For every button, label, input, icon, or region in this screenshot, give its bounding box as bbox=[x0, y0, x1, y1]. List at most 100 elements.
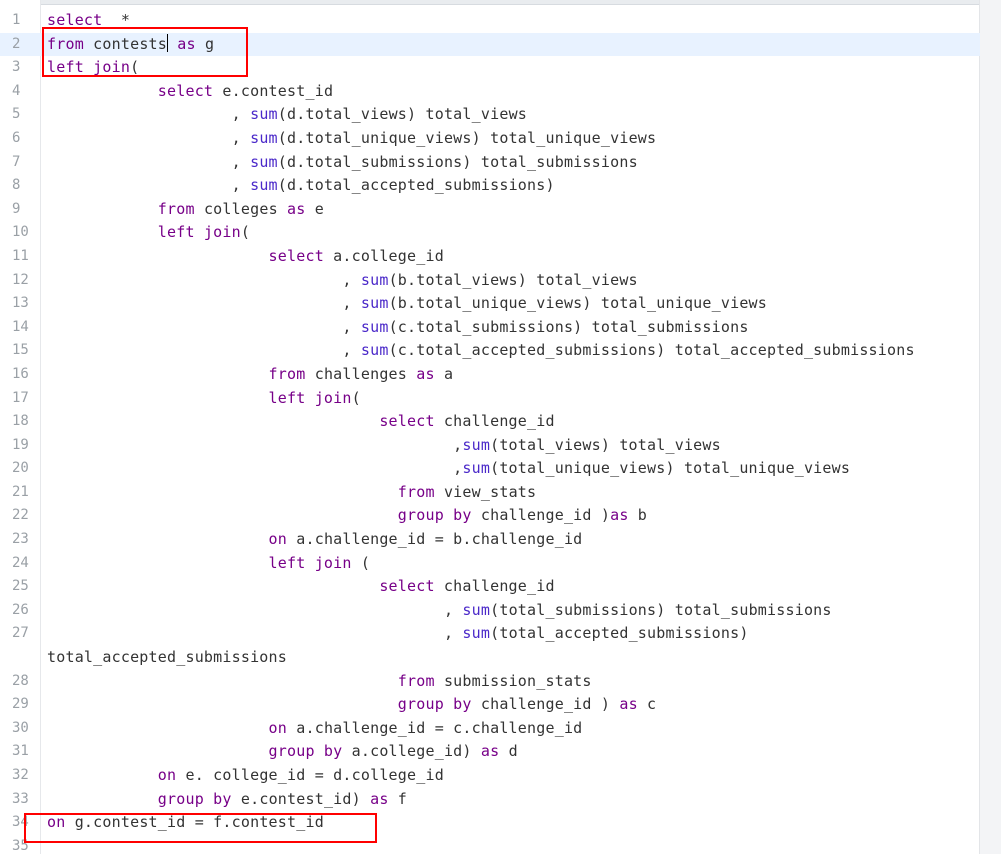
code-line[interactable]: 21 from view_stats bbox=[0, 481, 980, 505]
code-text[interactable]: on e. college_id = d.college_id bbox=[40, 764, 980, 788]
code-text[interactable]: left join( bbox=[40, 221, 980, 245]
line-number: 17 bbox=[12, 389, 29, 406]
code-token: , bbox=[47, 270, 361, 289]
code-text[interactable]: select challenge_id bbox=[40, 575, 980, 599]
code-line[interactable]: 16 from challenges as a bbox=[0, 363, 980, 387]
code-token: a.college_id) bbox=[342, 742, 481, 761]
code-line[interactable]: 7 , sum(d.total_submissions) total_submi… bbox=[0, 151, 980, 175]
code-line[interactable]: 18 select challenge_id bbox=[0, 410, 980, 434]
sql-keyword: group by bbox=[157, 789, 232, 808]
code-text[interactable]: from challenges as a bbox=[40, 363, 980, 387]
code-text[interactable]: select challenge_id bbox=[40, 410, 980, 434]
line-number: 25 bbox=[12, 578, 29, 595]
code-text[interactable]: , sum(d.total_accepted_submissions) bbox=[40, 174, 980, 198]
sql-code-editor[interactable]: 1 select * 2 from contests as g 3 left join(4… bbox=[0, 9, 980, 858]
code-text[interactable]: group by challenge_id )as b bbox=[40, 504, 980, 528]
code-token: challenge_id ) bbox=[471, 695, 620, 714]
code-text[interactable]: from colleges as e bbox=[40, 198, 980, 222]
sql-keyword: group by bbox=[268, 742, 343, 761]
code-text[interactable]: , sum(total_accepted_submissions) total_… bbox=[40, 622, 980, 669]
code-line[interactable]: 35 bbox=[0, 835, 980, 858]
code-token: , bbox=[47, 176, 251, 195]
code-token: contests bbox=[83, 34, 168, 53]
line-number: 5 bbox=[12, 106, 21, 123]
code-text[interactable]: on g.contest_id = f.contest_id bbox=[40, 811, 980, 835]
code-text[interactable] bbox=[40, 835, 980, 858]
code-line[interactable]: 15 , sum(c.total_accepted_submissions) t… bbox=[0, 339, 980, 363]
code-text[interactable]: on a.challenge_id = c.challenge_id bbox=[40, 717, 980, 741]
code-line[interactable]: 17 left join( bbox=[0, 387, 980, 411]
code-line[interactable]: 24 left join ( bbox=[0, 552, 980, 576]
code-line[interactable]: 3 left join( bbox=[0, 56, 980, 80]
line-number: 31 bbox=[12, 743, 29, 760]
code-text[interactable]: from contests as g bbox=[40, 33, 980, 57]
code-token: b bbox=[628, 506, 648, 525]
code-text[interactable]: left join( bbox=[40, 56, 980, 80]
code-line[interactable]: 6 , sum(d.total_unique_views) total_uniq… bbox=[0, 127, 980, 151]
code-text[interactable]: , sum(total_submissions) total_submissio… bbox=[40, 599, 980, 623]
code-line[interactable]: 33 group by e.contest_id) as f bbox=[0, 788, 980, 812]
sql-keyword: on bbox=[268, 718, 288, 737]
code-line[interactable]: 25 select challenge_id bbox=[0, 575, 980, 599]
code-text[interactable]: left join ( bbox=[40, 552, 980, 576]
code-line[interactable]: 2 from contests as g bbox=[0, 32, 980, 57]
code-token: a bbox=[434, 364, 454, 383]
code-line[interactable]: 23 on a.challenge_id = b.challenge_id bbox=[0, 528, 980, 552]
vertical-scrollbar[interactable] bbox=[979, 0, 1001, 854]
code-text[interactable]: , sum(d.total_unique_views) total_unique… bbox=[40, 127, 980, 151]
code-text[interactable]: , sum(b.total_unique_views) total_unique… bbox=[40, 292, 980, 316]
code-text[interactable]: from view_stats bbox=[40, 481, 980, 505]
code-line[interactable]: 30 on a.challenge_id = c.challenge_id bbox=[0, 717, 980, 741]
code-line[interactable]: 26 , sum(total_submissions) total_submis… bbox=[0, 599, 980, 623]
code-line[interactable]: 4 select e.contest_id bbox=[0, 80, 980, 104]
code-line[interactable]: 11 select a.college_id bbox=[0, 245, 980, 269]
code-text[interactable]: left join( bbox=[40, 387, 980, 411]
line-number: 23 bbox=[12, 531, 29, 548]
code-text[interactable]: , sum(c.total_submissions) total_submiss… bbox=[40, 316, 980, 340]
code-text[interactable]: , sum(d.total_submissions) total_submiss… bbox=[40, 151, 980, 175]
code-line[interactable]: 12 , sum(b.total_views) total_views bbox=[0, 269, 980, 293]
code-line[interactable]: 31 group by a.college_id) as d bbox=[0, 740, 980, 764]
code-text[interactable]: , sum(c.total_accepted_submissions) tota… bbox=[40, 339, 980, 363]
code-text[interactable]: ,sum(total_views) total_views bbox=[40, 434, 980, 458]
code-line[interactable]: 19 ,sum(total_views) total_views bbox=[0, 434, 980, 458]
code-line[interactable]: 27 , sum(total_accepted_submissions) tot… bbox=[0, 622, 980, 669]
line-number: 29 bbox=[12, 696, 29, 713]
code-line[interactable]: 1 select * bbox=[0, 9, 980, 33]
code-line[interactable]: 22 group by challenge_id )as b bbox=[0, 504, 980, 528]
code-token: g.contest_id = f.contest_id bbox=[65, 813, 324, 832]
code-line[interactable]: 28 from submission_stats bbox=[0, 670, 980, 694]
code-text[interactable]: ,sum(total_unique_views) total_unique_vi… bbox=[40, 457, 980, 481]
code-line[interactable]: 10 left join( bbox=[0, 221, 980, 245]
line-number: 34 bbox=[12, 814, 29, 831]
code-text[interactable]: select * bbox=[40, 9, 980, 33]
code-line[interactable]: 5 , sum(d.total_views) total_views bbox=[0, 103, 980, 127]
code-line[interactable]: 14 , sum(c.total_submissions) total_subm… bbox=[0, 316, 980, 340]
sql-function: sum bbox=[360, 317, 389, 336]
code-text[interactable]: , sum(b.total_views) total_views bbox=[40, 269, 980, 293]
code-line[interactable]: 29 group by challenge_id ) as c bbox=[0, 693, 980, 717]
sql-keyword: select bbox=[379, 577, 435, 596]
code-text[interactable]: from submission_stats bbox=[40, 670, 980, 694]
code-text[interactable]: group by challenge_id ) as c bbox=[40, 693, 980, 717]
code-line[interactable]: 34 on g.contest_id = f.contest_id bbox=[0, 811, 980, 835]
code-text[interactable]: on a.challenge_id = b.challenge_id bbox=[40, 528, 980, 552]
sql-keyword: as bbox=[610, 506, 629, 525]
code-text[interactable]: , sum(d.total_views) total_views bbox=[40, 103, 980, 127]
code-text[interactable]: group by a.college_id) as d bbox=[40, 740, 980, 764]
code-text[interactable]: select e.contest_id bbox=[40, 80, 980, 104]
sql-keyword: group by bbox=[397, 695, 472, 714]
line-number: 11 bbox=[12, 247, 29, 264]
code-line[interactable]: 20 ,sum(total_unique_views) total_unique… bbox=[0, 457, 980, 481]
code-line[interactable]: 9 from colleges as e bbox=[0, 198, 980, 222]
code-text[interactable]: group by e.contest_id) as f bbox=[40, 788, 980, 812]
code-line[interactable]: 13 , sum(b.total_unique_views) total_uni… bbox=[0, 292, 980, 316]
code-text[interactable]: select a.college_id bbox=[40, 245, 980, 269]
code-line[interactable]: 8 , sum(d.total_accepted_submissions) bbox=[0, 174, 980, 198]
code-token: (d.total_accepted_submissions) bbox=[277, 176, 555, 195]
code-line[interactable]: 32 on e. college_id = d.college_id bbox=[0, 764, 980, 788]
line-number: 35 bbox=[12, 837, 29, 854]
